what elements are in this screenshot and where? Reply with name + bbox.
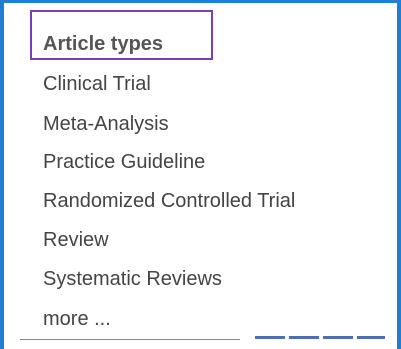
article-types-filter-panel: Article types Clinical Trial Meta-Analys… [0, 0, 401, 349]
filter-item-randomized-controlled-trial[interactable]: Randomized Controlled Trial [43, 190, 295, 213]
more-divider [20, 339, 240, 340]
filter-item-clinical-trial[interactable]: Clinical Trial [43, 73, 151, 96]
cut-off-element [255, 336, 385, 339]
more-link[interactable]: more ... [43, 308, 111, 331]
panel-right-border [397, 0, 401, 349]
panel-top-border [0, 0, 401, 3]
filter-item-meta-analysis[interactable]: Meta-Analysis [43, 113, 169, 136]
article-types-heading: Article types [43, 33, 164, 55]
filter-item-review[interactable]: Review [43, 229, 109, 252]
filter-item-practice-guideline[interactable]: Practice Guideline [43, 151, 205, 174]
filter-item-systematic-reviews[interactable]: Systematic Reviews [43, 268, 222, 291]
panel-left-border [0, 0, 4, 349]
